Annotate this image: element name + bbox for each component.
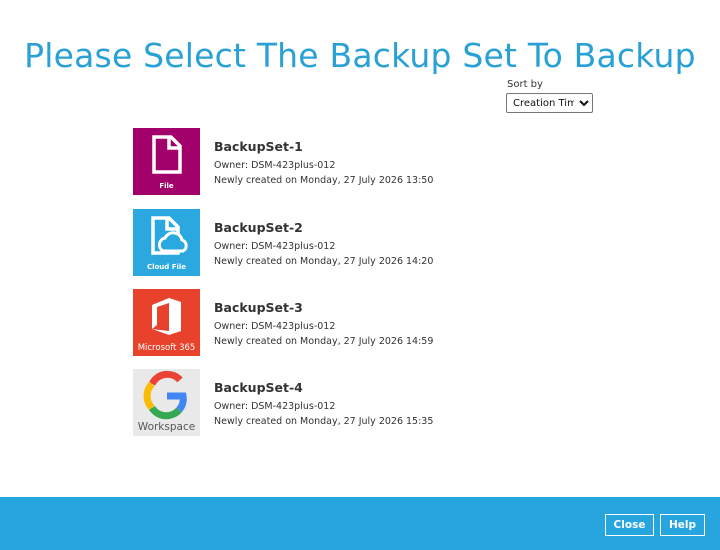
file-icon: File (133, 128, 200, 195)
backup-set-name: BackupSet-2 (214, 220, 303, 235)
microsoft-365-icon: Microsoft 365 (133, 289, 200, 356)
backup-set-item[interactable]: Cloud File BackupSet-2 Owner: DSM-423plu… (133, 209, 553, 276)
icon-caption: Microsoft 365 (138, 343, 196, 353)
backup-set-item[interactable]: File BackupSet-1 Owner: DSM-423plus-012 … (133, 128, 553, 195)
cloud-file-icon: Cloud File (133, 209, 200, 276)
backup-set-item[interactable]: Workspace BackupSet-4 Owner: DSM-423plus… (133, 369, 553, 436)
backup-set-created: Newly created on Monday, 27 July 2026 14… (214, 256, 434, 267)
icon-caption: Workspace (138, 421, 195, 433)
icon-caption: Cloud File (147, 263, 186, 271)
help-button[interactable]: Help (660, 514, 705, 536)
page-title: Please Select The Backup Set To Backup (24, 36, 696, 75)
backup-set-owner: Owner: DSM-423plus-012 (214, 241, 336, 252)
backup-set-owner: Owner: DSM-423plus-012 (214, 160, 336, 171)
backup-set-name: BackupSet-3 (214, 300, 303, 315)
backup-set-name: BackupSet-4 (214, 380, 303, 395)
footer-bar: Close Help (0, 497, 720, 550)
icon-caption: File (159, 182, 174, 190)
backup-set-name: BackupSet-1 (214, 139, 303, 154)
backup-set-owner: Owner: DSM-423plus-012 (214, 321, 336, 332)
backup-set-owner: Owner: DSM-423plus-012 (214, 401, 336, 412)
backup-set-item[interactable]: Microsoft 365 BackupSet-3 Owner: DSM-423… (133, 289, 553, 356)
backup-set-created: Newly created on Monday, 27 July 2026 13… (214, 175, 434, 186)
google-workspace-icon: Workspace (133, 369, 200, 436)
backup-set-created: Newly created on Monday, 27 July 2026 14… (214, 336, 434, 347)
backup-set-created: Newly created on Monday, 27 July 2026 15… (214, 416, 434, 427)
close-button[interactable]: Close (605, 514, 654, 536)
sort-label: Sort by (507, 79, 543, 90)
sort-select[interactable]: Creation Time (506, 93, 593, 113)
